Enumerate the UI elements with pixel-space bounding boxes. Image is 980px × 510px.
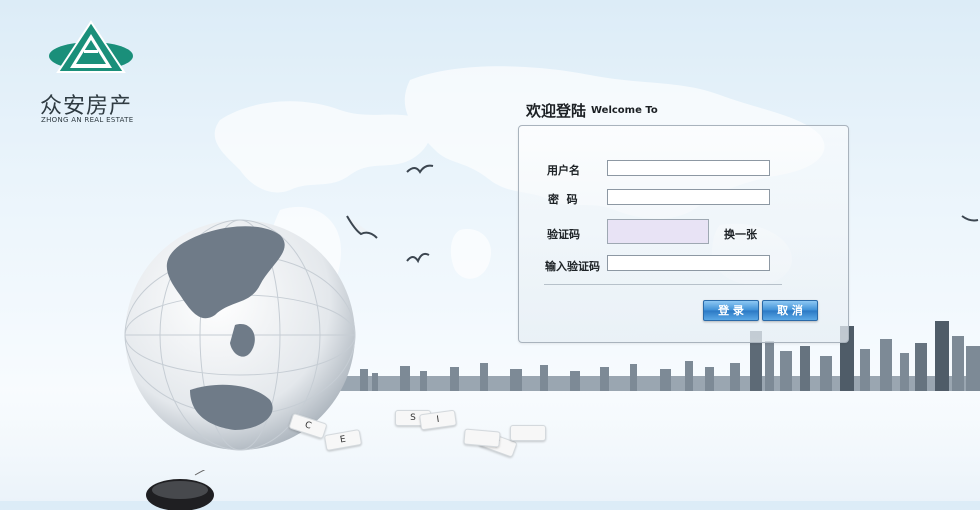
login-title-cn: 欢迎登陆: [526, 102, 587, 120]
mouse-icon: [146, 470, 214, 510]
key-blank: [463, 428, 501, 448]
captcha-image: [607, 219, 709, 244]
password-label: 密 码: [548, 193, 578, 206]
login-button[interactable]: 登 录: [703, 300, 759, 321]
seagull-icon: [406, 164, 434, 174]
password-input[interactable]: [607, 189, 770, 205]
key-blank: [510, 425, 546, 441]
brand-name-en: ZHONG AN REAL ESTATE: [41, 116, 134, 124]
captcha-input[interactable]: [607, 255, 770, 271]
captcha-input-label: 输入验证码: [545, 260, 600, 273]
seagull-icon: [961, 215, 979, 222]
panel-divider: [544, 284, 782, 285]
globe-icon: [124, 219, 356, 451]
refresh-captcha-link[interactable]: 换一张: [724, 226, 757, 242]
logo-mark-icon: [49, 20, 133, 73]
brand-logo: 众安房产 ZHONG AN REAL ESTATE: [40, 20, 140, 130]
username-label: 用户名: [547, 164, 580, 177]
username-input[interactable]: [607, 160, 770, 176]
cancel-button[interactable]: 取 消: [762, 300, 818, 321]
seagull-icon: [406, 252, 430, 264]
login-title-en: Welcome To: [591, 105, 658, 116]
captcha-label: 验证码: [547, 228, 580, 241]
